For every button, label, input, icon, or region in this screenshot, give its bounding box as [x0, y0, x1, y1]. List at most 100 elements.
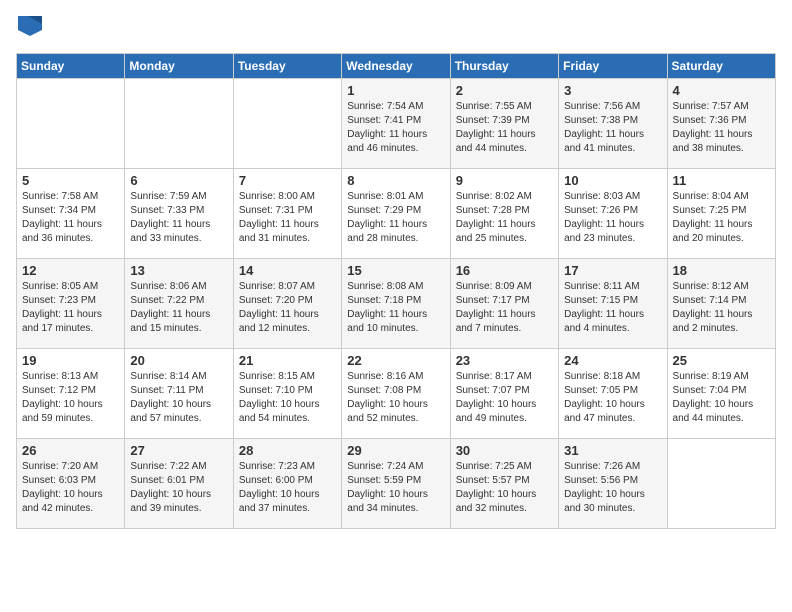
calendar-cell: 3 Sunrise: 7:56 AM Sunset: 7:38 PM Daylig…: [559, 78, 667, 168]
day-number: 16: [456, 263, 553, 278]
calendar-cell: [17, 78, 125, 168]
calendar-cell: 15 Sunrise: 8:08 AM Sunset: 7:18 PM Dayli…: [342, 258, 450, 348]
day-info: Sunrise: 7:22 AM Sunset: 6:01 PM Dayligh…: [130, 460, 227, 516]
calendar-cell: 5 Sunrise: 7:58 AM Sunset: 7:34 PM Daylig…: [17, 168, 125, 258]
calendar-cell: 26 Sunrise: 7:20 AM Sunset: 6:03 PM Dayli…: [17, 438, 125, 528]
day-info: Sunrise: 8:08 AM Sunset: 7:18 PM Dayligh…: [347, 280, 444, 336]
day-info: Sunrise: 8:11 AM Sunset: 7:15 PM Dayligh…: [564, 280, 661, 336]
calendar-cell: 22 Sunrise: 8:16 AM Sunset: 7:08 PM Dayli…: [342, 348, 450, 438]
calendar-cell: 27 Sunrise: 7:22 AM Sunset: 6:01 PM Dayli…: [125, 438, 233, 528]
day-number: 26: [22, 443, 119, 458]
calendar-cell: 17 Sunrise: 8:11 AM Sunset: 7:15 PM Dayli…: [559, 258, 667, 348]
calendar-cell: 30 Sunrise: 7:25 AM Sunset: 5:57 PM Dayli…: [450, 438, 558, 528]
day-number: 2: [456, 83, 553, 98]
day-number: 28: [239, 443, 336, 458]
calendar-cell: 7Sunrise: 8:00 AM Sunset: 7:31 PM Daylig…: [233, 168, 341, 258]
day-number: 5: [22, 173, 119, 188]
day-header-wednesday: Wednesday: [342, 53, 450, 78]
day-number: 21: [239, 353, 336, 368]
day-header-sunday: Sunday: [17, 53, 125, 78]
calendar-cell: 31 Sunrise: 7:26 AM Sunset: 5:56 PM Dayli…: [559, 438, 667, 528]
calendar-cell: 11Sunrise: 8:04 AM Sunset: 7:25 PM Dayli…: [667, 168, 775, 258]
day-info: Sunrise: 7:57 AM Sunset: 7:36 PM Dayligh…: [673, 100, 770, 156]
day-number: 14: [239, 263, 336, 278]
day-number: 23: [456, 353, 553, 368]
day-info: Sunrise: 8:15 AM Sunset: 7:10 PM Dayligh…: [239, 370, 336, 426]
day-number: 25: [673, 353, 770, 368]
day-info: Sunrise: 8:03 AM Sunset: 7:26 PM Dayligh…: [564, 190, 661, 246]
calendar-table: SundayMondayTuesdayWednesdayThursdayFrid…: [16, 53, 776, 529]
calendar-week-2: 5 Sunrise: 7:58 AM Sunset: 7:34 PM Daylig…: [17, 168, 776, 258]
day-number: 17: [564, 263, 661, 278]
calendar-week-4: 19 Sunrise: 8:13 AM Sunset: 7:12 PM Dayli…: [17, 348, 776, 438]
day-number: 3: [564, 83, 661, 98]
calendar-cell: 18Sunrise: 8:12 AM Sunset: 7:14 PM Dayli…: [667, 258, 775, 348]
day-info: Sunrise: 7:58 AM Sunset: 7:34 PM Dayligh…: [22, 190, 119, 246]
calendar-cell: [233, 78, 341, 168]
logo-icon: [18, 16, 42, 36]
day-number: 12: [22, 263, 119, 278]
day-info: Sunrise: 7:55 AM Sunset: 7:39 PM Dayligh…: [456, 100, 553, 156]
day-number: 29: [347, 443, 444, 458]
day-number: 10: [564, 173, 661, 188]
day-of-week-row: SundayMondayTuesdayWednesdayThursdayFrid…: [17, 53, 776, 78]
calendar-cell: 24 Sunrise: 8:18 AM Sunset: 7:05 PM Dayli…: [559, 348, 667, 438]
day-number: 30: [456, 443, 553, 458]
calendar-cell: 25 Sunrise: 8:19 AM Sunset: 7:04 PM Dayli…: [667, 348, 775, 438]
calendar-week-1: 1 Sunrise: 7:54 AM Sunset: 7:41 PM Daylig…: [17, 78, 776, 168]
day-info: Sunrise: 8:02 AM Sunset: 7:28 PM Dayligh…: [456, 190, 553, 246]
day-info: Sunrise: 7:59 AM Sunset: 7:33 PM Dayligh…: [130, 190, 227, 246]
day-info: Sunrise: 8:06 AM Sunset: 7:22 PM Dayligh…: [130, 280, 227, 336]
calendar-cell: 8Sunrise: 8:01 AM Sunset: 7:29 PM Daylig…: [342, 168, 450, 258]
day-info: Sunrise: 8:09 AM Sunset: 7:17 PM Dayligh…: [456, 280, 553, 336]
calendar-week-5: 26 Sunrise: 7:20 AM Sunset: 6:03 PM Dayli…: [17, 438, 776, 528]
calendar-cell: 9 Sunrise: 8:02 AM Sunset: 7:28 PM Daylig…: [450, 168, 558, 258]
day-info: Sunrise: 7:20 AM Sunset: 6:03 PM Dayligh…: [22, 460, 119, 516]
day-info: Sunrise: 7:54 AM Sunset: 7:41 PM Dayligh…: [347, 100, 444, 156]
day-number: 15: [347, 263, 444, 278]
day-number: 24: [564, 353, 661, 368]
day-info: Sunrise: 8:13 AM Sunset: 7:12 PM Dayligh…: [22, 370, 119, 426]
day-info: Sunrise: 8:00 AM Sunset: 7:31 PM Dayligh…: [239, 190, 336, 246]
day-info: Sunrise: 8:17 AM Sunset: 7:07 PM Dayligh…: [456, 370, 553, 426]
day-info: Sunrise: 7:56 AM Sunset: 7:38 PM Dayligh…: [564, 100, 661, 156]
day-header-saturday: Saturday: [667, 53, 775, 78]
day-info: Sunrise: 8:01 AM Sunset: 7:29 PM Dayligh…: [347, 190, 444, 246]
logo: [16, 16, 42, 41]
calendar-cell: 14 Sunrise: 8:07 AM Sunset: 7:20 PM Dayli…: [233, 258, 341, 348]
day-number: 9: [456, 173, 553, 188]
calendar-cell: [667, 438, 775, 528]
day-info: Sunrise: 7:23 AM Sunset: 6:00 PM Dayligh…: [239, 460, 336, 516]
day-number: 22: [347, 353, 444, 368]
day-info: Sunrise: 8:18 AM Sunset: 7:05 PM Dayligh…: [564, 370, 661, 426]
day-number: 27: [130, 443, 227, 458]
day-header-tuesday: Tuesday: [233, 53, 341, 78]
day-number: 1: [347, 83, 444, 98]
calendar-cell: 19 Sunrise: 8:13 AM Sunset: 7:12 PM Dayli…: [17, 348, 125, 438]
calendar-cell: 23 Sunrise: 8:17 AM Sunset: 7:07 PM Dayli…: [450, 348, 558, 438]
day-info: Sunrise: 8:12 AM Sunset: 7:14 PM Dayligh…: [673, 280, 770, 336]
day-info: Sunrise: 8:19 AM Sunset: 7:04 PM Dayligh…: [673, 370, 770, 426]
day-info: Sunrise: 8:14 AM Sunset: 7:11 PM Dayligh…: [130, 370, 227, 426]
calendar-cell: 4Sunrise: 7:57 AM Sunset: 7:36 PM Daylig…: [667, 78, 775, 168]
calendar-cell: 21 Sunrise: 8:15 AM Sunset: 7:10 PM Dayli…: [233, 348, 341, 438]
day-number: 19: [22, 353, 119, 368]
day-info: Sunrise: 8:04 AM Sunset: 7:25 PM Dayligh…: [673, 190, 770, 246]
page-header: [16, 16, 776, 41]
calendar-cell: 6 Sunrise: 7:59 AM Sunset: 7:33 PM Daylig…: [125, 168, 233, 258]
calendar-cell: 2 Sunrise: 7:55 AM Sunset: 7:39 PM Daylig…: [450, 78, 558, 168]
day-info: Sunrise: 7:24 AM Sunset: 5:59 PM Dayligh…: [347, 460, 444, 516]
calendar-cell: 29 Sunrise: 7:24 AM Sunset: 5:59 PM Dayli…: [342, 438, 450, 528]
calendar-cell: 16 Sunrise: 8:09 AM Sunset: 7:17 PM Dayli…: [450, 258, 558, 348]
day-info: Sunrise: 8:07 AM Sunset: 7:20 PM Dayligh…: [239, 280, 336, 336]
calendar-cell: 20Sunrise: 8:14 AM Sunset: 7:11 PM Dayli…: [125, 348, 233, 438]
day-number: 13: [130, 263, 227, 278]
day-info: Sunrise: 7:25 AM Sunset: 5:57 PM Dayligh…: [456, 460, 553, 516]
calendar-cell: 13 Sunrise: 8:06 AM Sunset: 7:22 PM Dayli…: [125, 258, 233, 348]
day-info: Sunrise: 7:26 AM Sunset: 5:56 PM Dayligh…: [564, 460, 661, 516]
calendar-cell: 12Sunrise: 8:05 AM Sunset: 7:23 PM Dayli…: [17, 258, 125, 348]
day-info: Sunrise: 8:16 AM Sunset: 7:08 PM Dayligh…: [347, 370, 444, 426]
calendar-cell: 1 Sunrise: 7:54 AM Sunset: 7:41 PM Daylig…: [342, 78, 450, 168]
day-number: 31: [564, 443, 661, 458]
day-number: 6: [130, 173, 227, 188]
